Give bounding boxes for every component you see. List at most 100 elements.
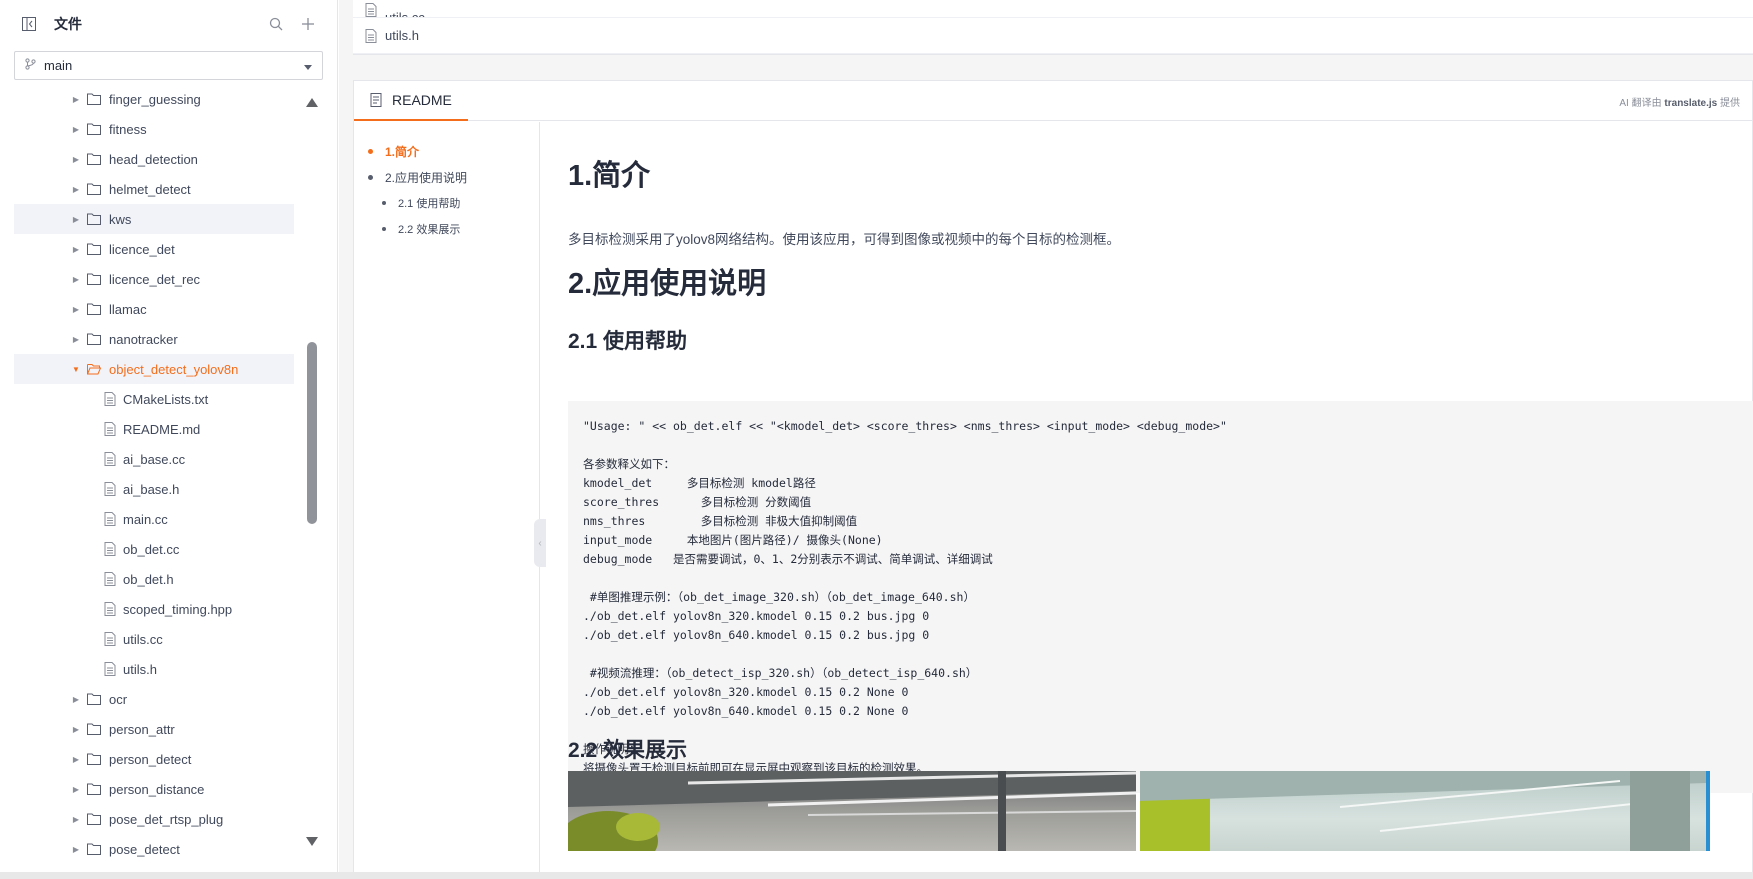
branch-name: main [44,58,73,73]
tree-file-item[interactable]: ai_base.cc [14,444,294,474]
tree-folder-item[interactable]: ▶ person_detect [14,744,294,774]
caret-right-icon[interactable]: ▶ [71,245,81,254]
folder-icon [87,813,101,825]
caret-right-icon[interactable]: ▶ [71,815,81,824]
caret-right-icon[interactable]: ▶ [71,305,81,314]
heading-usage: 2.应用使用说明 [568,268,767,300]
search-icon[interactable] [267,15,285,33]
tree-folder-item[interactable]: ▶ llamac [14,294,294,324]
caret-right-icon[interactable]: ▶ [71,125,81,134]
scroll-up-icon[interactable] [306,98,318,107]
code-line: kmodel_det 多目标检测 kmodel路径 [583,476,816,490]
tree-folder-item[interactable]: ▶ kws [14,204,294,234]
add-icon[interactable] [299,15,317,33]
tree-item-label: helmet_detect [109,181,191,197]
folder-icon [87,273,101,285]
tree-item-label: finger_guessing [109,91,201,107]
tree-item-label: ai_base.cc [123,451,186,467]
tree-file-item[interactable]: CMakeLists.txt [14,384,294,414]
heading-effect: 2.2 效果展示 [568,739,688,762]
toc-item[interactable]: 2.应用使用说明 [354,164,539,190]
caret-right-icon[interactable]: ▶ [71,95,81,104]
caret-right-icon[interactable]: ▶ [71,785,81,794]
tree-item-label: ob_det.h [123,571,174,587]
caret-right-icon[interactable]: ▶ [71,155,81,164]
sidebar-toggle-icon[interactable] [20,15,38,33]
tree-item-label: ai_base.h [123,481,180,497]
tree-folder-item[interactable]: ▶ fitness [14,114,294,144]
translate-suffix: 提供 [1720,98,1740,109]
file-icon [104,602,116,616]
folder-icon [87,303,101,315]
file-icon [104,482,116,496]
tree-file-item[interactable]: ai_base.h [14,474,294,504]
tree-folder-item[interactable]: ▶ pose_det_rtsp_plug [14,804,294,834]
toc-item[interactable]: 1.简介 [354,138,539,164]
translate-prefix: AI 翻译由 [1619,98,1662,109]
tree-file-item[interactable]: ob_det.h [14,564,294,594]
tree-item-label: person_detect [109,751,192,767]
tree-folder-item[interactable]: ▶ person_attr [14,714,294,744]
file-row[interactable]: utils.h [353,18,1753,54]
caret-right-icon[interactable]: ▶ [71,215,81,224]
toc-collapse-handle[interactable]: ‹ [534,519,546,567]
caret-right-icon[interactable]: ▶ [71,335,81,344]
code-line: "Usage: " << ob_det.elf << "<kmodel_det>… [583,419,1227,433]
code-line: ./ob_det.elf yolov8n_320.kmodel 0.15 0.2… [583,685,909,699]
readme-header: README AI 翻译由 translate.js 提供 [354,81,1752,121]
caret-right-icon[interactable]: ▶ [71,275,81,284]
caret-right-icon[interactable]: ▶ [71,185,81,194]
tree-folder-item[interactable]: ▼ object_detect_yolov8n [14,354,294,384]
intro-paragraph: 多目标检测采用了yolov8网络结构。使用该应用，可得到图像或视频中的每个目标的… [568,232,1121,247]
folder-icon [87,843,101,855]
tree-file-item[interactable]: main.cc [14,504,294,534]
tree-folder-item[interactable]: ▶ licence_det_rec [14,264,294,294]
file-icon [104,512,116,526]
tree-file-item[interactable]: README.md [14,414,294,444]
readme-card: README AI 翻译由 translate.js 提供 1.简介 2.应用使用… [353,80,1753,879]
tree-folder-item[interactable]: ▶ nanotracker [14,324,294,354]
file-name[interactable]: utils.cc [385,10,425,17]
scroll-down-icon[interactable] [306,837,318,846]
tree-file-item[interactable]: utils.cc [14,624,294,654]
tree-file-item[interactable]: scoped_timing.hpp [14,594,294,624]
tree-folder-item[interactable]: ▶ pose_detect [14,834,294,864]
translate-brand-link[interactable]: translate.js [1664,98,1717,109]
scrollbar-thumb[interactable] [307,342,317,524]
sidebar-title: 文件 [54,16,82,32]
tree-file-item[interactable]: utils.h [14,654,294,684]
caret-right-icon[interactable]: ▶ [71,755,81,764]
folder-icon [87,693,101,705]
folder-icon [87,243,101,255]
folder-icon [87,333,101,345]
file-row[interactable]: utils.cc [353,0,1753,18]
tree-item-label: ob_det.cc [123,541,180,557]
tree-folder-item[interactable]: ▶ finger_guessing [14,84,294,114]
caret-right-icon[interactable]: ▶ [71,845,81,854]
tree-scrollbar[interactable] [306,92,318,852]
folder-open-icon [87,363,101,375]
tree-item-label: licence_det [109,241,175,257]
branch-selector[interactable]: main [14,51,323,80]
sidebar-header: 文件 [0,0,337,48]
caret-right-icon[interactable]: ▶ [71,695,81,704]
caret-right-icon[interactable]: ▶ [71,725,81,734]
tree-folder-item[interactable]: ▶ person_distance [14,774,294,804]
file-icon [365,3,377,17]
file-name[interactable]: utils.h [385,28,419,43]
toc-item[interactable]: 2.2 效果展示 [354,216,539,242]
heading-help: 2.1 使用帮助 [568,330,688,353]
tree-folder-item[interactable]: ▶ licence_det [14,234,294,264]
tree-folder-item[interactable]: ▶ helmet_detect [14,174,294,204]
tree-item-label: object_detect_yolov8n [109,361,239,377]
tree-folder-item[interactable]: ▶ ocr [14,684,294,714]
caret-down-icon[interactable]: ▼ [71,365,81,374]
tab-readme[interactable]: README [354,81,468,121]
toc-item[interactable]: 2.1 使用帮助 [354,190,539,216]
tree-file-item[interactable]: ob_det.cc [14,534,294,564]
code-line: score_thres 多目标检测 分数阈值 [583,495,812,509]
tree-folder-item[interactable]: ▶ head_detection [14,144,294,174]
